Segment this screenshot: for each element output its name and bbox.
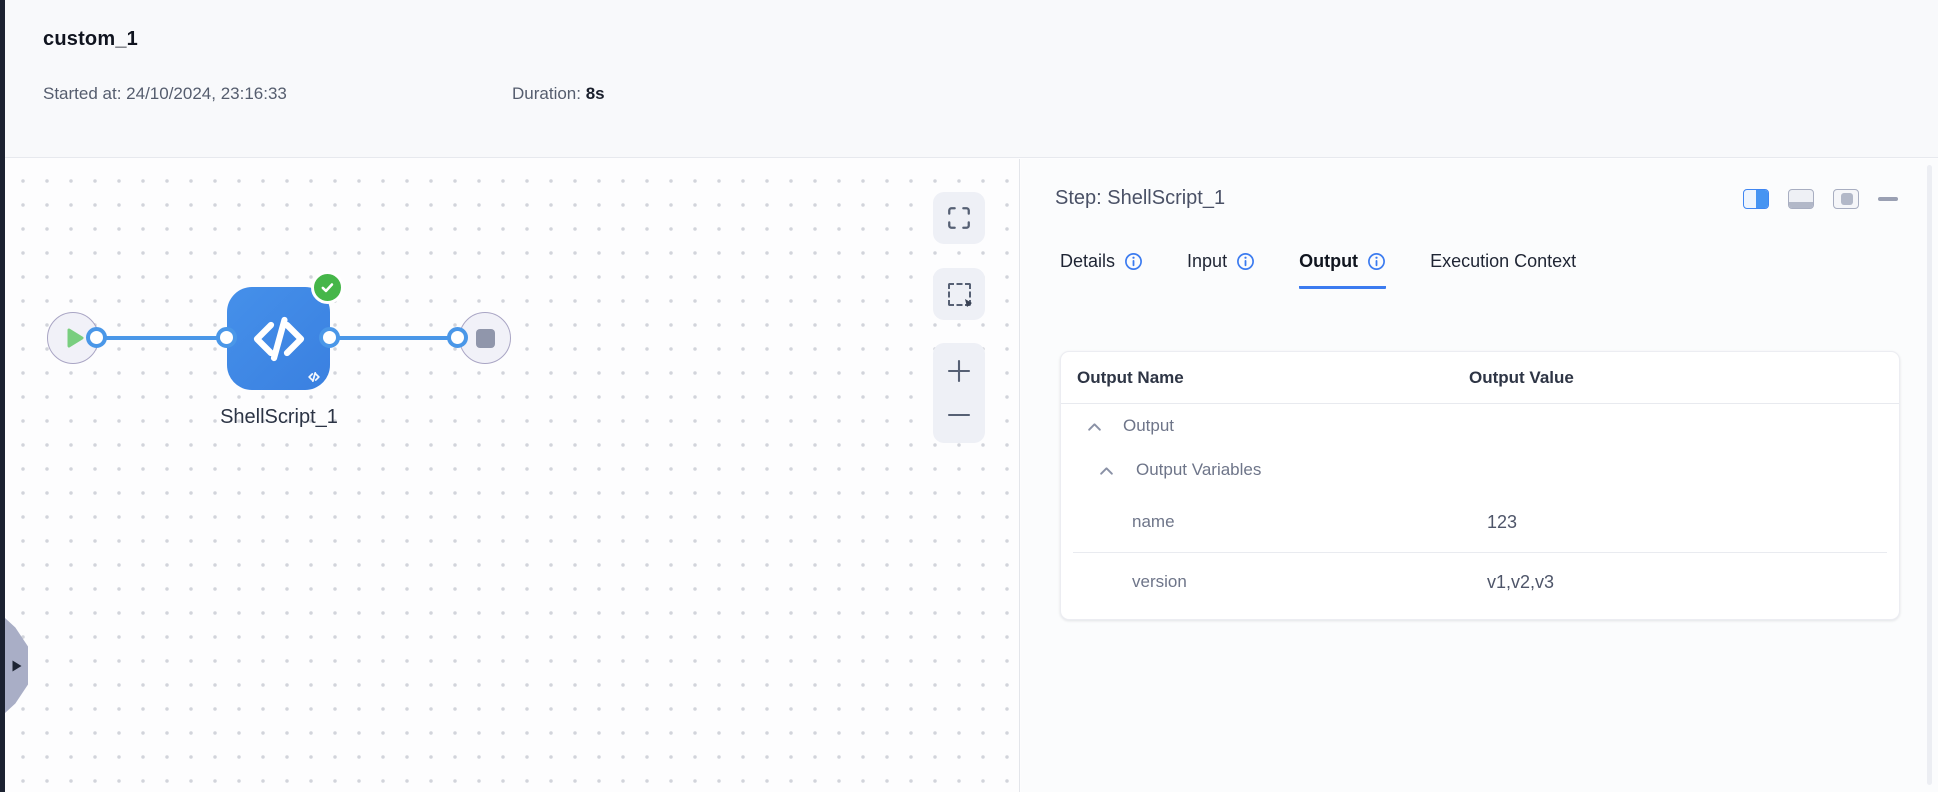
tree-group-label: Output	[1123, 416, 1175, 435]
tab-details[interactable]: Details	[1060, 251, 1143, 289]
tab-bar: Details Input Output Execution Context	[1060, 251, 1576, 289]
run-header: custom_1 Started at: 24/10/2024, 23:16:3…	[5, 0, 1938, 158]
output-name-cell: version	[1132, 572, 1187, 591]
edge-start-to-step	[96, 336, 227, 340]
tab-execution-context[interactable]: Execution Context	[1430, 251, 1576, 289]
panel-title: Step: ShellScript_1	[1055, 187, 1226, 209]
info-icon[interactable]	[1124, 252, 1143, 271]
stop-icon	[475, 328, 495, 348]
tree-group-output-variables: Output Variables	[1061, 448, 1899, 492]
duration-value: 8s	[585, 84, 605, 103]
output-table-card: Output Name Output Value Output Output V…	[1060, 351, 1900, 620]
expand-sidebar-handle[interactable]	[5, 618, 28, 713]
started-at-label: Started at:	[43, 84, 122, 103]
table-row: version v1,v2,v3	[1061, 553, 1899, 611]
minus-icon	[947, 413, 971, 417]
started-at: Started at: 24/10/2024, 23:16:33	[43, 84, 287, 104]
table-row: name 123	[1061, 492, 1899, 552]
fit-view-icon	[948, 207, 970, 229]
panel-window-controls	[1743, 189, 1898, 209]
tab-output[interactable]: Output	[1299, 251, 1387, 289]
started-at-value: 24/10/2024, 23:16:33	[126, 84, 287, 103]
output-value-cell: v1,v2,v3	[1487, 571, 1555, 592]
code-icon	[253, 316, 304, 361]
tab-input[interactable]: Input	[1187, 251, 1255, 289]
code-icon-small	[308, 371, 320, 383]
panel-scrollbar[interactable]	[1927, 165, 1932, 785]
edge-step-to-end	[330, 336, 458, 340]
marquee-select-button[interactable]	[933, 268, 985, 320]
success-badge	[311, 271, 344, 304]
plus-icon	[947, 359, 971, 383]
workflow-canvas[interactable]: ShellScript_1	[5, 159, 1020, 792]
connection-point-start	[86, 327, 107, 348]
duration-label: Duration:	[512, 84, 581, 103]
connection-point-end	[447, 327, 468, 348]
column-output-name: Output Name	[1077, 367, 1184, 387]
collapse-chevron-icon[interactable]	[1087, 421, 1102, 432]
connection-point-step-out	[319, 327, 340, 348]
arrow-right-icon	[12, 660, 21, 671]
app-left-rail	[0, 0, 5, 792]
float-panel-icon[interactable]	[1833, 189, 1859, 209]
column-output-value: Output Value	[1469, 367, 1574, 387]
minimize-icon[interactable]	[1878, 196, 1898, 202]
run-title: custom_1	[43, 28, 138, 50]
info-icon[interactable]	[1367, 252, 1386, 271]
fit-view-button[interactable]	[933, 192, 985, 244]
zoom-controls	[933, 343, 985, 443]
zoom-in-button[interactable]	[933, 352, 985, 390]
step-details-panel: Step: ShellScript_1 Details Input Output	[1021, 159, 1938, 792]
tree-group-output: Output	[1061, 404, 1899, 448]
table-header-row: Output Name Output Value	[1061, 352, 1899, 404]
collapse-chevron-icon[interactable]	[1099, 465, 1114, 476]
step-node-shellscript[interactable]	[227, 287, 330, 390]
marquee-select-icon	[947, 282, 972, 307]
check-icon	[321, 283, 334, 293]
duration: Duration: 8s	[512, 84, 605, 104]
info-icon[interactable]	[1236, 252, 1255, 271]
zoom-out-button[interactable]	[933, 396, 985, 434]
step-node-label: ShellScript_1	[220, 406, 338, 428]
output-name-cell: name	[1132, 512, 1175, 531]
play-icon	[67, 328, 83, 348]
split-bottom-icon[interactable]	[1788, 189, 1814, 209]
tree-group-label: Output Variables	[1136, 460, 1262, 479]
cursor-icon	[964, 298, 972, 307]
connection-point-step-in	[216, 327, 237, 348]
output-value-cell: 123	[1487, 511, 1518, 532]
split-right-icon[interactable]	[1743, 189, 1769, 209]
